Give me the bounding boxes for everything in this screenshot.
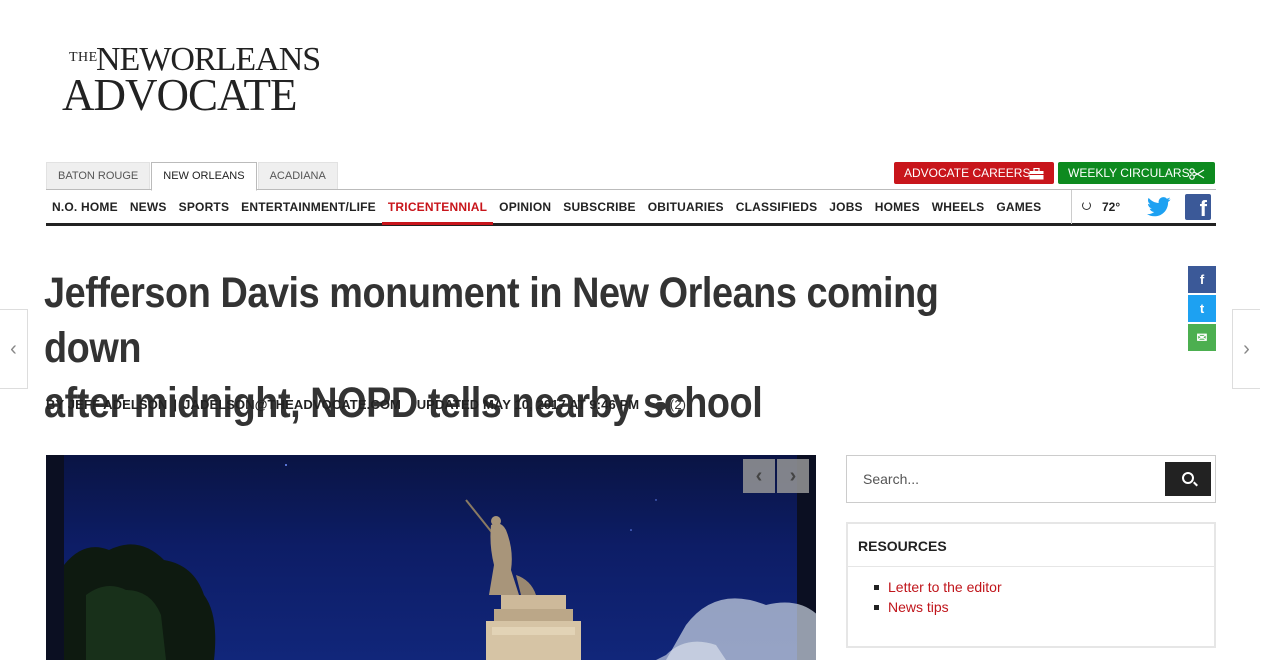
nav-item-entertainment-life[interactable]: ENTERTAINMENT/LIFE (235, 190, 382, 224)
advocate-careers-label: ADVOCATE CAREERS (904, 166, 1031, 180)
nav-item-classifieds[interactable]: CLASSIFIEDS (730, 190, 824, 224)
briefcase-icon (1029, 162, 1044, 184)
nav-item-jobs[interactable]: JOBS (823, 190, 868, 224)
weekly-circulars-label: WEEKLY CIRCULARS (1068, 166, 1190, 180)
nav-utilities: 72° f (1071, 190, 1217, 224)
tab-acadiana[interactable]: ACADIANA (257, 162, 338, 189)
share-twitter-button[interactable]: t (1188, 295, 1216, 322)
logo-paper: ADVOCATE (62, 70, 297, 120)
weather-icon (1082, 201, 1091, 210)
nav-item-news[interactable]: NEWS (124, 190, 173, 224)
advocate-careers-button[interactable]: ADVOCATE CAREERS (894, 162, 1054, 184)
gallery-prev-button[interactable]: ‹ (743, 459, 775, 493)
twitter-icon[interactable] (1147, 196, 1171, 218)
tab-new-orleans[interactable]: NEW ORLEANS (151, 162, 257, 191)
search-icon-handle (1193, 481, 1198, 487)
resources-divider (848, 566, 1214, 567)
nav-item-sports[interactable]: SPORTS (173, 190, 236, 224)
tab-baton-rouge[interactable]: BATON ROUGE (46, 162, 151, 189)
search-input[interactable] (853, 462, 1163, 496)
city-tabs: BATON ROUGE NEW ORLEANS ACADIANA (46, 162, 339, 191)
comments-link[interactable]: (2) (654, 397, 687, 412)
article-byline: BY JEFF ADELSON | JADELSON@THEADVOCATE.COM… (46, 397, 687, 412)
monument-image (64, 464, 816, 660)
nav-items: N.O. HOME NEWS SPORTS ENTERTAINMENT/LIFE… (46, 190, 1047, 225)
nav-item-subscribe[interactable]: SUBSCRIBE (557, 190, 641, 224)
weekly-circulars-button[interactable]: WEEKLY CIRCULARS (1058, 162, 1215, 184)
nav-item-tricentennial[interactable]: TRICENTENNIAL (381, 190, 494, 225)
resources-widget: RESOURCES Letter to the editor News tips (846, 522, 1216, 648)
share-facebook-button[interactable]: f (1188, 266, 1216, 293)
previous-article-arrow[interactable]: ‹ (0, 309, 28, 389)
nav-item-no-home[interactable]: N.O. HOME (46, 190, 124, 224)
headline-line-1: Jefferson Davis monument in New Orleans … (44, 269, 939, 372)
nav-item-obituaries[interactable]: OBITUARIES (642, 190, 730, 224)
search-box (846, 455, 1216, 503)
site-logo[interactable]: THE NEWORLEANS ADVOCATE (62, 41, 327, 118)
updated-timestamp: UPDATED MAY 10, 2017 AT 9:46 PM (416, 397, 640, 412)
nav-item-opinion[interactable]: OPINION (493, 190, 557, 224)
search-button[interactable] (1165, 462, 1211, 496)
resource-link-news-tips[interactable]: News tips (874, 597, 1002, 617)
resources-list: Letter to the editor News tips (874, 577, 1002, 617)
share-email-button[interactable]: ✉ (1188, 324, 1216, 351)
facebook-icon[interactable]: f (1185, 194, 1211, 221)
byline-email[interactable]: JADELSON@THEADVOCATE.COM (183, 397, 401, 412)
nav-item-wheels[interactable]: WHEELS (926, 190, 991, 224)
main-navigation: N.O. HOME NEWS SPORTS ENTERTAINMENT/LIFE… (46, 189, 1216, 226)
nav-item-games[interactable]: GAMES (990, 190, 1047, 224)
gallery-next-button[interactable]: › (777, 459, 809, 493)
comment-count: (2) (669, 397, 687, 412)
weather-temperature[interactable]: 72° (1102, 190, 1120, 224)
scissors-icon (1189, 162, 1205, 184)
nav-item-homes[interactable]: HOMES (869, 190, 926, 224)
resource-link-letter-to-editor[interactable]: Letter to the editor (874, 577, 1002, 597)
resources-title: RESOURCES (858, 538, 947, 554)
article-photo[interactable]: ‹ › (46, 455, 816, 660)
comment-icon (654, 401, 666, 410)
next-article-arrow[interactable]: › (1232, 309, 1260, 389)
logo-the: THE (69, 50, 98, 65)
byline-author[interactable]: BY JEFF ADELSON (46, 397, 167, 412)
